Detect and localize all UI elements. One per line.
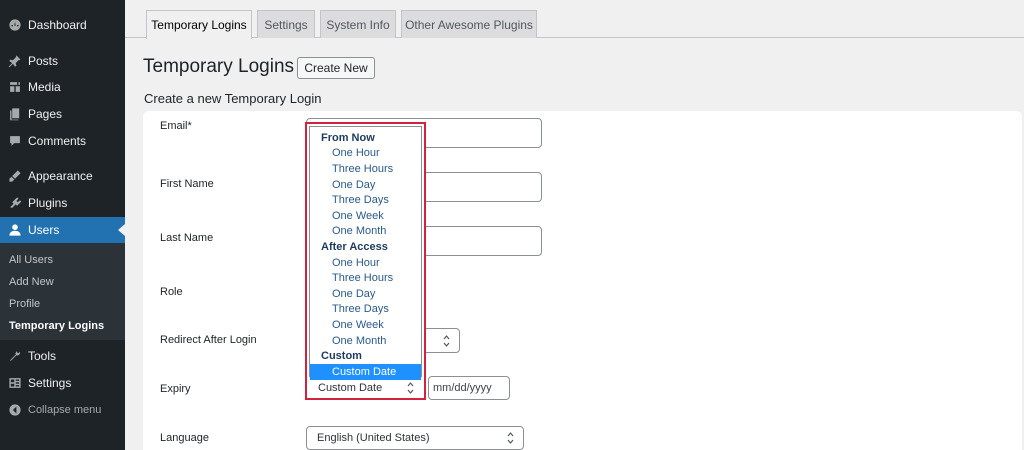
sidebar-item-posts[interactable]: Posts — [0, 48, 125, 74]
submenu-item-all-users[interactable]: All Users — [9, 254, 53, 266]
expiry-select-value: Custom Date — [318, 382, 383, 394]
wrench-icon — [8, 349, 22, 363]
option-one-day-after-access[interactable]: One Day — [310, 286, 421, 302]
option-three-days-after-access[interactable]: Three Days — [310, 302, 421, 318]
expiry-options-list: From Now One Hour Three Hours One Day Th… — [309, 126, 422, 380]
sidebar-item-users[interactable]: Users — [0, 217, 125, 243]
sidebar-item-label: Tools — [28, 349, 57, 363]
email-label: Email* — [160, 120, 192, 132]
sidebar-item-label: Comments — [28, 134, 87, 148]
section-title: Create a new Temporary Login — [144, 91, 322, 106]
comment-icon — [8, 134, 22, 148]
first-name-label: First Name — [160, 178, 214, 190]
last-name-label: Last Name — [160, 232, 214, 244]
page-title: Temporary Logins — [143, 56, 295, 77]
form-panel — [143, 111, 1022, 450]
sidebar-item-label: Settings — [28, 376, 72, 390]
option-three-days[interactable]: Three Days — [310, 192, 421, 208]
sidebar-item-comments[interactable]: Comments — [0, 128, 125, 154]
sidebar-item-media[interactable]: Media — [0, 74, 125, 100]
option-one-week[interactable]: One Week — [310, 208, 421, 224]
tab-settings[interactable]: Settings — [257, 10, 315, 38]
optgroup-from-now: From Now — [321, 131, 375, 144]
optgroup-after-access: After Access — [321, 240, 388, 253]
option-one-month-after-access[interactable]: One Month — [310, 333, 421, 349]
option-one-week-after-access[interactable]: One Week — [310, 317, 421, 333]
sidebar-item-dashboard[interactable]: Dashboard — [0, 12, 125, 38]
expiry-label: Expiry — [160, 383, 191, 395]
updown-icon — [507, 432, 514, 444]
sidebar-item-label: Users — [28, 223, 60, 237]
option-one-month[interactable]: One Month — [310, 224, 421, 240]
settings-icon — [8, 376, 22, 390]
option-three-hours-after-access[interactable]: Three Hours — [310, 270, 421, 286]
pin-icon — [8, 54, 22, 68]
updown-icon — [407, 382, 414, 394]
media-icon — [8, 80, 22, 94]
sidebar-item-tools[interactable]: Tools — [0, 343, 125, 369]
user-icon — [8, 223, 22, 237]
admin-sidebar: Dashboard Posts Media Pages Comments App… — [0, 0, 125, 450]
tab-system-info[interactable]: System Info — [320, 10, 396, 38]
updown-icon — [443, 334, 450, 347]
users-submenu: All Users Add New Profile Temporary Logi… — [0, 243, 125, 340]
plugin-icon — [8, 196, 22, 210]
submenu-item-add-new[interactable]: Add New — [9, 276, 54, 288]
option-one-hour[interactable]: One Hour — [310, 146, 421, 162]
sidebar-item-settings[interactable]: Settings — [0, 370, 125, 396]
sidebar-item-label: Plugins — [28, 196, 68, 210]
sidebar-item-label: Dashboard — [28, 18, 87, 32]
brush-icon — [8, 169, 22, 183]
create-new-button[interactable]: Create New — [297, 57, 375, 79]
language-label: Language — [160, 432, 209, 444]
sidebar-item-plugins[interactable]: Plugins — [0, 190, 125, 216]
sidebar-item-label: Media — [28, 80, 61, 94]
sidebar-item-label: Pages — [28, 107, 63, 121]
option-one-day[interactable]: One Day — [310, 177, 421, 193]
pages-icon — [8, 107, 22, 121]
sidebar-item-label: Posts — [28, 54, 59, 68]
submenu-item-temporary-logins[interactable]: Temporary Logins — [9, 320, 104, 332]
submenu-item-profile[interactable]: Profile — [9, 298, 40, 310]
collapse-menu-button[interactable]: Collapse menu — [0, 397, 125, 423]
option-one-hour-after-access[interactable]: One Hour — [310, 255, 421, 271]
option-three-hours[interactable]: Three Hours — [310, 161, 421, 177]
collapse-menu-label: Collapse menu — [28, 404, 102, 416]
tab-other-awesome-plugins[interactable]: Other Awesome Plugins — [401, 10, 537, 38]
tab-temporary-logins[interactable]: Temporary Logins — [146, 10, 252, 39]
role-label: Role — [160, 286, 183, 298]
optgroup-custom: Custom — [321, 350, 362, 363]
language-select[interactable]: English (United States) — [306, 426, 524, 450]
sidebar-item-label: Appearance — [28, 169, 93, 183]
expiry-select[interactable]: Custom Date — [309, 380, 422, 396]
expiry-dropdown-highlight: From Now One Hour Three Hours One Day Th… — [305, 122, 426, 400]
language-value: English (United States) — [317, 432, 430, 444]
custom-date-input[interactable]: mm/dd/yyyy — [428, 376, 510, 400]
dashboard-icon — [8, 18, 22, 32]
redirect-label: Redirect After Login — [160, 334, 257, 346]
sidebar-item-appearance[interactable]: Appearance — [0, 163, 125, 189]
option-custom-date[interactable]: Custom Date — [310, 364, 421, 380]
sidebar-item-pages[interactable]: Pages — [0, 101, 125, 127]
collapse-icon — [8, 403, 22, 417]
